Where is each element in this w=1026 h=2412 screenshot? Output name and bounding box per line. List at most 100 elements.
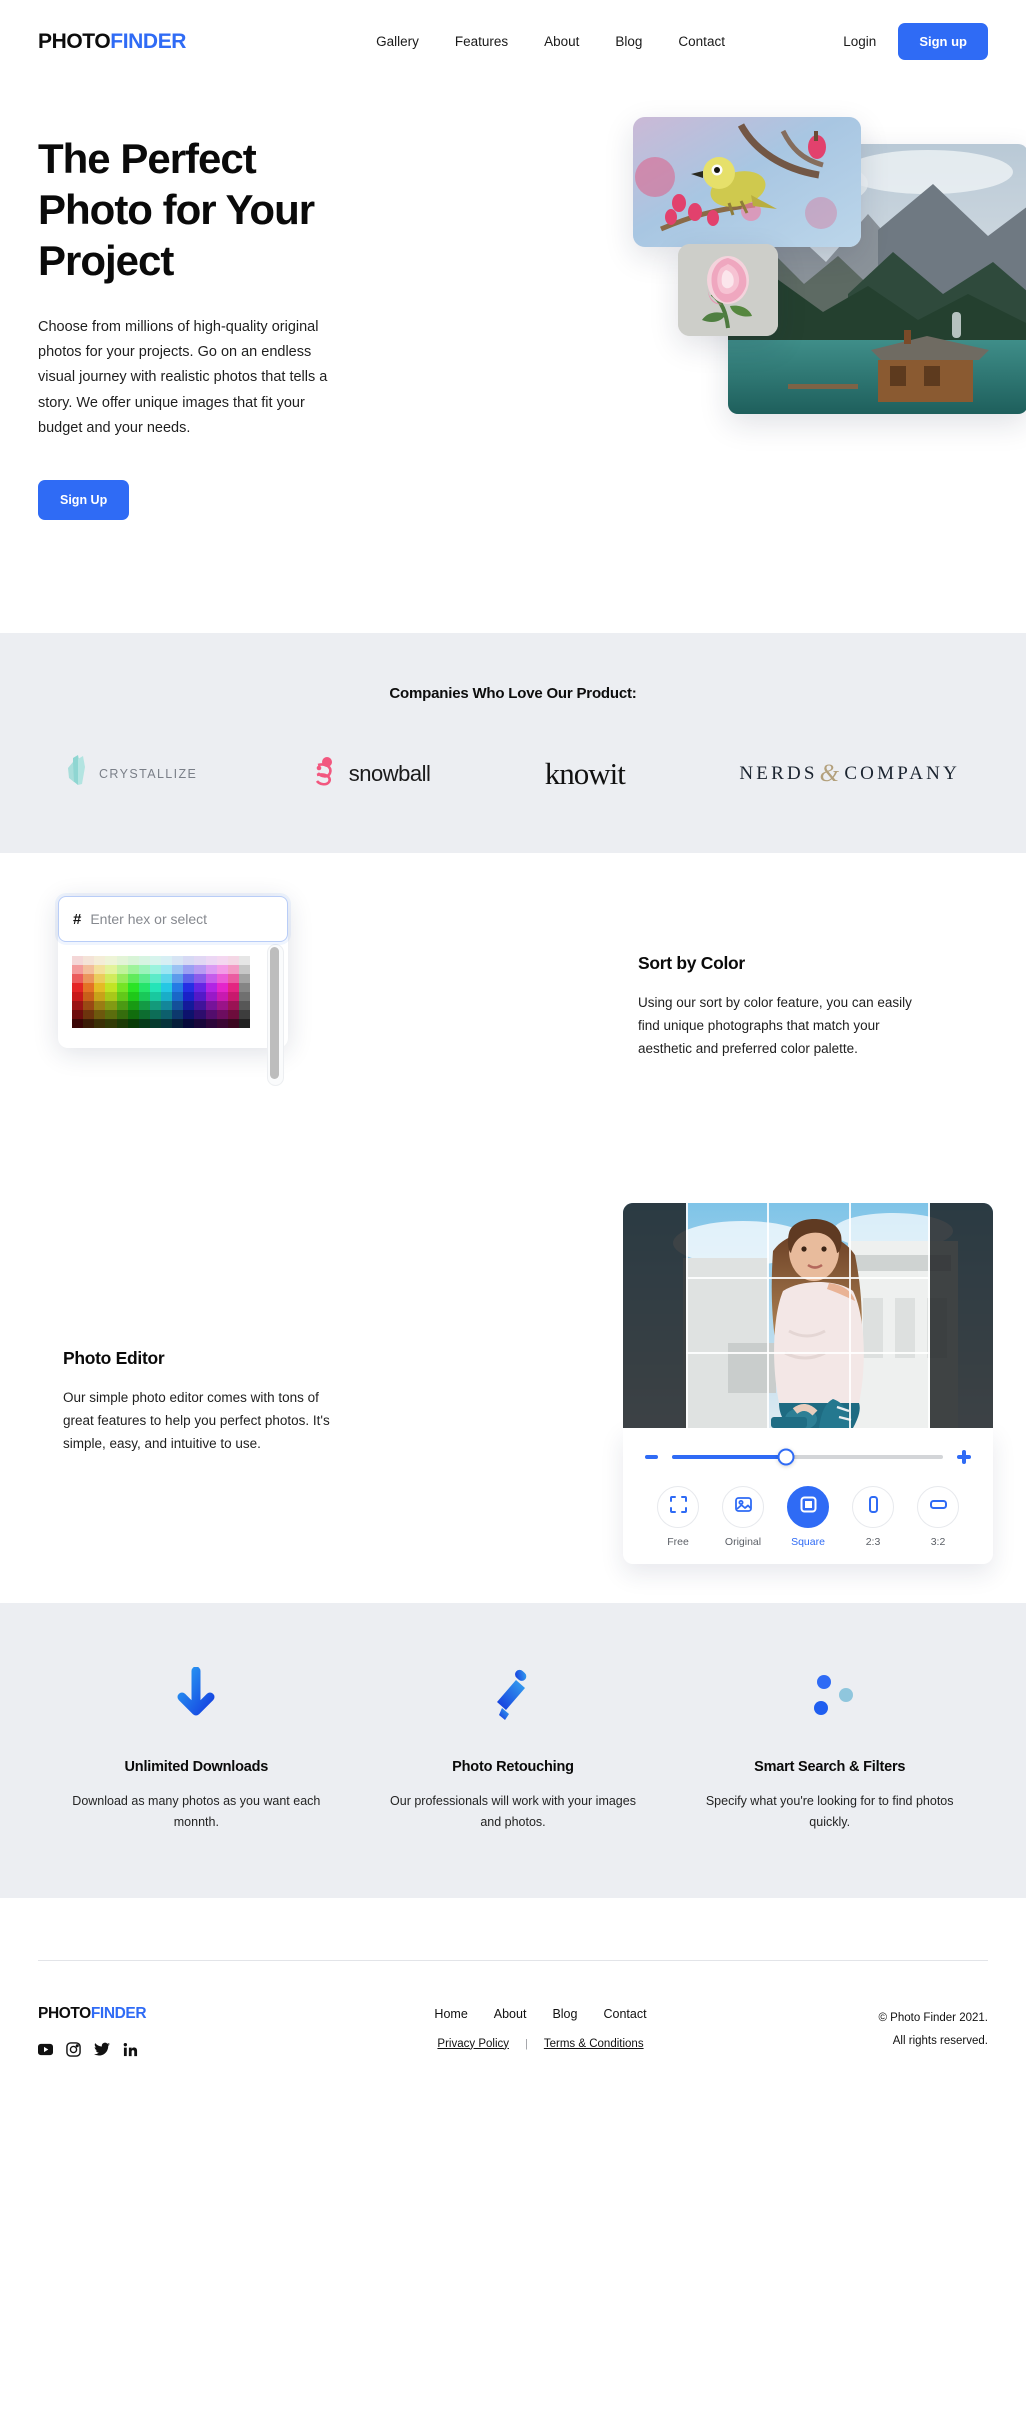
hero-title: The Perfect Photo for Your Project	[38, 135, 315, 285]
signup-button[interactable]: Sign up	[898, 23, 988, 60]
editor-controls: Free Original Square 2:3 3:2	[623, 1428, 993, 1564]
twitter-icon[interactable]	[94, 2042, 110, 2057]
logo-text-finder: FINDER	[110, 29, 187, 53]
nav-item-features[interactable]: Features	[455, 34, 508, 49]
site-header: PHOTOFINDER Gallery Features About Blog …	[38, 0, 988, 83]
hero-image-pink-rose	[678, 244, 778, 336]
instagram-icon[interactable]	[66, 2041, 81, 2057]
crop-shade-right	[930, 1203, 993, 1428]
photo-editor-section: Photo Editor Our simple photo editor com…	[38, 1203, 993, 1603]
benefits-section: Unlimited Downloads Download as many pho…	[0, 1603, 1026, 1898]
benefit-photo-retouching: Photo Retouching Our professionals will …	[355, 1663, 672, 1834]
swatch-scrollbar-track[interactable]	[267, 944, 284, 1086]
crop-grid-v1	[767, 1203, 769, 1428]
sliders-icon	[695, 1663, 964, 1727]
header-actions: Login Sign up	[843, 23, 988, 60]
swatch-scrollbar-thumb[interactable]	[270, 947, 279, 1079]
footer-primary-links: Home About Blog Contact	[308, 2007, 773, 2021]
aspect-ratio-free-circle	[657, 1486, 699, 1528]
benefit-text: Download as many photos as you want each…	[72, 1794, 321, 1830]
hex-input-wrapper[interactable]: #	[58, 896, 288, 942]
crop-overlay[interactable]	[623, 1203, 993, 1428]
login-link[interactable]: Login	[843, 34, 876, 49]
crop-shade-left	[623, 1203, 686, 1428]
nav-item-about[interactable]: About	[544, 34, 579, 49]
footer-link-about[interactable]: About	[494, 2007, 527, 2021]
hero-paragraph: Choose from millions of high-quality ori…	[38, 318, 328, 437]
minus-icon[interactable]	[645, 1455, 658, 1459]
color-picker-card: #	[58, 896, 288, 1086]
site-logo[interactable]: PHOTOFINDER	[38, 30, 186, 54]
footer-rights: All rights reserved.	[892, 2034, 988, 2047]
photo-editor-copy: Photo Editor Our simple photo editor com…	[63, 1348, 353, 1456]
footer-link-privacy-policy[interactable]: Privacy Policy	[437, 2038, 509, 2050]
photo-editor-title: Photo Editor	[63, 1348, 165, 1368]
aspect-ratio-2-3-label: 2:3	[865, 1536, 881, 1548]
download-arrow-icon	[62, 1663, 331, 1727]
sort-by-color-copy: Sort by Color Using our sort by color fe…	[638, 953, 928, 1061]
image-original-icon	[734, 1495, 753, 1519]
footer-link-home[interactable]: Home	[434, 2007, 467, 2021]
benefit-text: Our professionals will work with your im…	[390, 1794, 636, 1830]
eyedropper-icon	[379, 1663, 648, 1727]
company-logo-list: CRYSTALLIZE snowball knowit NERDS & COMP…	[38, 754, 988, 793]
footer-logo-text-photo: PHOTO	[38, 2004, 91, 2022]
crop-edge-left	[686, 1203, 688, 1428]
benefit-title: Photo Retouching	[452, 1759, 574, 1775]
nav-item-blog[interactable]: Blog	[615, 34, 642, 49]
hero-image-bird-on-blossom-branch	[633, 117, 861, 247]
aspect-ratio-3-2[interactable]: 3:2	[907, 1486, 969, 1548]
plus-icon[interactable]	[957, 1450, 971, 1464]
linkedin-icon[interactable]	[123, 2042, 138, 2057]
nerds-ampersand: &	[819, 759, 843, 787]
hero-copy: The Perfect Photo for Your Project Choos…	[38, 133, 468, 520]
snowball-mark-icon	[312, 755, 340, 792]
logo-text-photo: PHOTO	[38, 29, 111, 53]
hex-input[interactable]	[90, 911, 273, 927]
aspect-ratio-2-3[interactable]: 2:3	[842, 1486, 904, 1548]
benefit-title: Smart Search & Filters	[754, 1759, 906, 1775]
aspect-ratio-original[interactable]: Original	[712, 1486, 774, 1548]
benefits-grid: Unlimited Downloads Download as many pho…	[38, 1663, 988, 1834]
editor-preview-image	[623, 1203, 993, 1428]
crystallize-wordmark: CRYSTALLIZE	[99, 766, 198, 781]
zoom-slider-track[interactable]	[672, 1448, 943, 1466]
company-logo-snowball: snowball	[312, 755, 431, 792]
footer-logo[interactable]: PHOTOFINDER	[38, 2005, 308, 2023]
crystallize-mark-icon	[66, 754, 90, 793]
footer-link-blog[interactable]: Blog	[552, 2007, 577, 2021]
color-swatch-grid[interactable]	[72, 956, 250, 1028]
footer-link-terms-conditions[interactable]: Terms & Conditions	[544, 2038, 644, 2050]
aspect-ratio-free[interactable]: Free	[647, 1486, 709, 1548]
benefit-unlimited-downloads: Unlimited Downloads Download as many pho…	[38, 1663, 355, 1834]
aspect-ratio-3-2-circle	[917, 1486, 959, 1528]
sort-by-color-paragraph: Using our sort by color feature, you can…	[638, 995, 912, 1057]
company-logo-crystallize: CRYSTALLIZE	[66, 754, 197, 793]
aspect-ratio-original-label: Original	[724, 1536, 762, 1548]
aspect-ratio-options: Free Original Square 2:3 3:2	[645, 1486, 971, 1548]
footer-copyright-column: © Photo Finder 2021. All rights reserved…	[773, 2005, 989, 2053]
aspect-ratio-square[interactable]: Square	[777, 1486, 839, 1548]
benefit-text: Specify what you're looking for to find …	[705, 1794, 954, 1830]
zoom-slider-knob[interactable]	[777, 1448, 795, 1466]
footer-grid: PHOTOFINDER Home About Blog Contact Priv…	[38, 2005, 988, 2057]
zoom-slider-row	[645, 1448, 971, 1466]
aspect-ratio-2-3-circle	[852, 1486, 894, 1528]
hash-symbol-icon: #	[73, 910, 82, 928]
footer-link-contact[interactable]: Contact	[603, 2007, 646, 2021]
companies-band: Companies Who Love Our Product: CRYSTALL…	[0, 633, 1026, 853]
nerds-text-b: COMPANY	[844, 762, 960, 784]
nerds-wordmark: NERDS & COMPANY	[739, 760, 960, 788]
hero-signup-button[interactable]: Sign Up	[38, 479, 130, 520]
nav-item-gallery[interactable]: Gallery	[376, 34, 419, 49]
benefit-title: Unlimited Downloads	[124, 1759, 269, 1775]
footer-divider	[38, 1959, 988, 1961]
company-logo-knowit: knowit	[545, 756, 626, 792]
footer-copyright: © Photo Finder 2021.	[878, 2011, 989, 2024]
nav-item-contact[interactable]: Contact	[678, 34, 725, 49]
aspect-ratio-3-2-label: 3:2	[930, 1536, 946, 1548]
company-logo-nerds-and-company: NERDS & COMPANY	[739, 760, 960, 788]
site-footer: PHOTOFINDER Home About Blog Contact Priv…	[0, 1897, 1026, 2097]
crop-free-icon	[669, 1495, 688, 1519]
youtube-icon[interactable]	[38, 2042, 53, 2057]
